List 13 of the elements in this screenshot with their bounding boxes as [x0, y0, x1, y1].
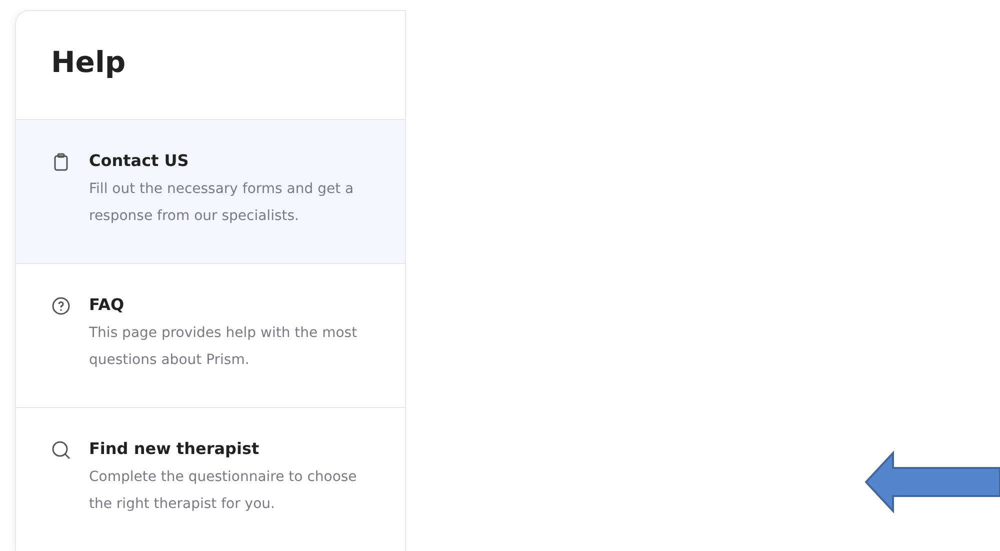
item-title: Contact US	[89, 151, 190, 170]
left-arrow-icon	[865, 451, 1000, 513]
item-description: Fill out the necessary forms and get a response from our specialists.	[89, 180, 355, 226]
help-item[interactable]: Contact US Fill out the necessary forms and get a response from our specialists.	[16, 120, 405, 264]
question-icon	[51, 296, 71, 316]
item-title: Find new therapist	[89, 439, 260, 458]
search-icon	[51, 440, 71, 460]
item-description: Complete the questionnaire to choose the right therapist for you.	[89, 468, 358, 514]
help-item[interactable]: Find new therapist Complete the questionnaire to choose the right therapist for you.	[16, 408, 405, 551]
item-description: This page provides help with the most questions about Prism.	[89, 324, 358, 370]
item-title: FAQ	[89, 295, 126, 314]
panel-title: Help	[51, 45, 126, 79]
help-item[interactable]: FAQ This page provides help with the most questions about Prism.	[16, 264, 405, 408]
